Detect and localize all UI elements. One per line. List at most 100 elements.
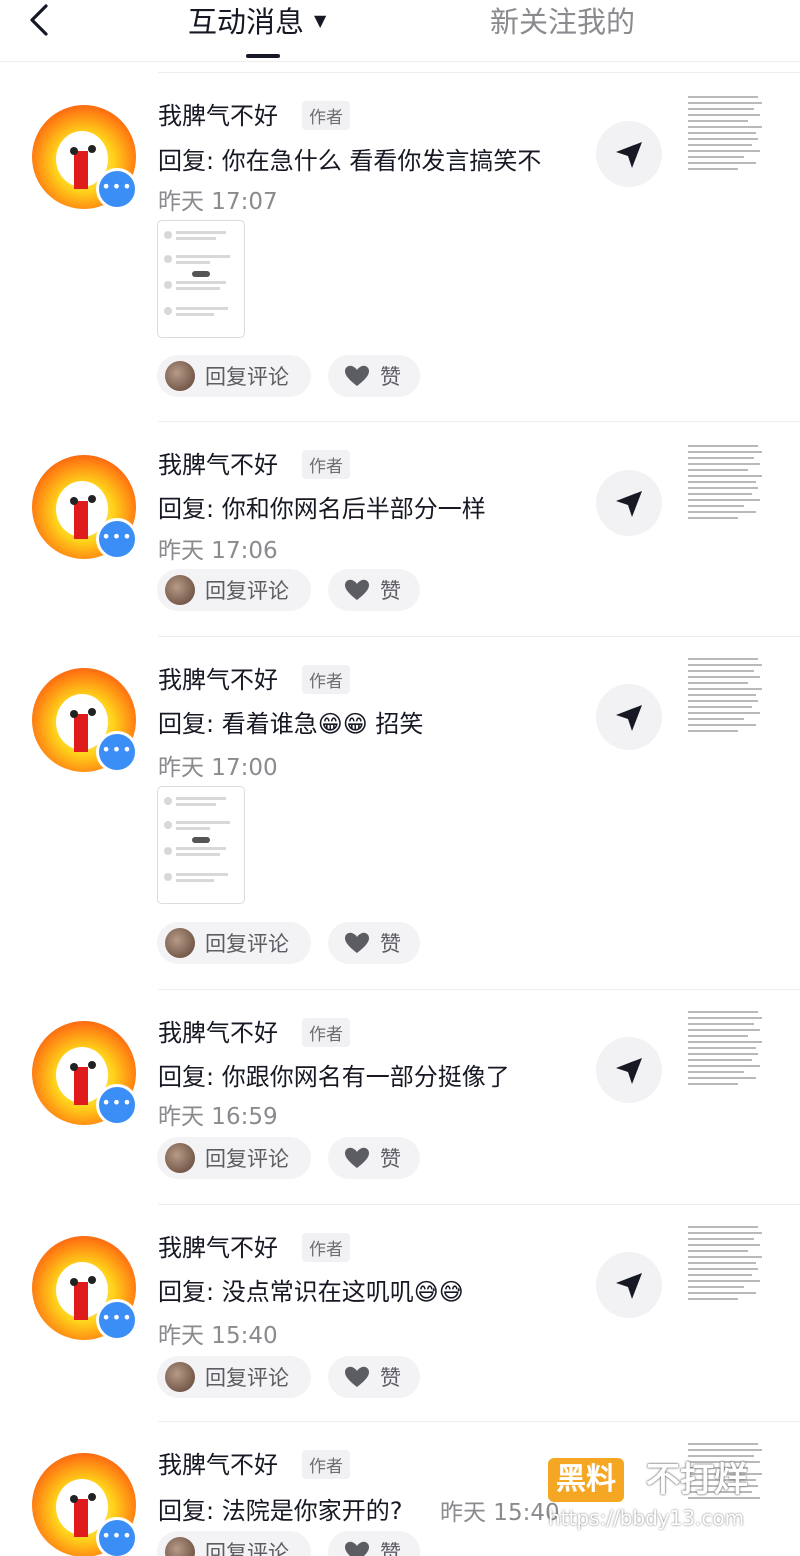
reply-comment-button[interactable]: 回复评论 [157,1531,311,1556]
comment-badge-icon: ••• [96,518,138,560]
like-label: 赞 [380,365,401,389]
reply-comment-button[interactable]: 回复评论 [157,922,311,964]
message-item: ••• 我脾气不好 作者 回复: 你在急什么 看看你发言搞笑不 昨天 17:07… [0,72,800,420]
reply-comment-button[interactable]: 回复评论 [157,569,311,611]
screenshot-thumbnail[interactable] [157,786,245,904]
reply-text[interactable]: 回复: 你和你网名后半部分一样 [158,489,486,524]
watermark-badge: 黑料 [548,1458,624,1502]
like-button[interactable]: 赞 [328,569,420,611]
heart-icon [345,932,369,953]
author-tag: 作者 [302,1018,350,1047]
timestamp: 昨天 17:00 [158,755,278,781]
like-label: 赞 [380,1366,401,1390]
username[interactable]: 我脾气不好 [158,1013,278,1048]
comment-badge-icon: ••• [96,1084,138,1126]
header-divider [0,61,800,62]
my-avatar [165,1362,195,1392]
like-button[interactable]: 赞 [328,1137,420,1179]
active-tab-indicator [246,54,280,58]
send-button[interactable] [596,470,662,536]
like-label: 赞 [380,1541,401,1556]
video-preview[interactable] [688,443,764,535]
send-button[interactable] [596,121,662,187]
like-button[interactable]: 赞 [328,355,420,397]
reply-text[interactable]: 回复: 你在急什么 看看你发言搞笑不 [158,141,541,176]
reply-comment-label: 回复评论 [205,1366,289,1390]
like-button[interactable]: 赞 [328,1531,420,1556]
video-preview[interactable] [688,94,764,186]
like-button[interactable]: 赞 [328,922,420,964]
video-preview[interactable] [688,1224,764,1316]
heart-icon [345,1366,369,1387]
send-button[interactable] [596,684,662,750]
reply-comment-button[interactable]: 回复评论 [157,1137,311,1179]
like-label: 赞 [380,579,401,603]
heart-icon [345,1147,369,1168]
send-arrow-icon [616,491,642,517]
heart-icon [345,1541,369,1556]
reply-comment-button[interactable]: 回复评论 [157,1356,311,1398]
message-item: ••• 我脾气不好 作者 回复: 你跟你网名有一部分挺像了 昨天 16:59 回… [0,989,800,1203]
reply-comment-button[interactable]: 回复评论 [157,355,311,397]
author-tag: 作者 [302,1450,350,1479]
username[interactable]: 我脾气不好 [158,96,278,131]
send-button[interactable] [596,1037,662,1103]
author-tag: 作者 [302,101,350,130]
back-chevron-icon[interactable] [22,2,58,38]
tab-new-followers-label: 新关注我的 [490,5,636,39]
like-label: 赞 [380,1147,401,1171]
top-bar: 互动消息 ▼ 新关注我的 [0,0,800,60]
watermark-text: 不打烊 [646,1460,748,1500]
send-arrow-icon [616,705,642,731]
username[interactable]: 我脾气不好 [158,1445,278,1480]
message-item: ••• 我脾气不好 作者 回复: 没点常识在这叽叽😅😅 昨天 15:40 回复评… [0,1204,800,1420]
timestamp: 昨天 17:07 [158,189,278,215]
comment-badge-icon: ••• [96,731,138,773]
my-avatar [165,1143,195,1173]
reply-text[interactable]: 回复: 看着谁急😁😁 招笑 [158,704,423,739]
video-preview[interactable] [688,656,764,748]
author-tag: 作者 [302,450,350,479]
thumbnail-image [164,231,230,316]
username[interactable]: 我脾气不好 [158,660,278,695]
reply-text[interactable]: 回复: 法院是你家开的? [158,1491,402,1526]
like-label: 赞 [380,932,401,956]
message-item: ••• 我脾气不好 作者 回复: 你和你网名后半部分一样 昨天 17:06 回复… [0,421,800,635]
send-button[interactable] [596,1252,662,1318]
like-button[interactable]: 赞 [328,1356,420,1398]
item-divider [158,1204,800,1205]
reply-text[interactable]: 回复: 你跟你网名有一部分挺像了 [158,1057,510,1092]
item-divider [158,1421,800,1422]
send-arrow-icon [616,142,642,168]
reply-comment-label: 回复评论 [205,579,289,603]
video-preview[interactable] [688,1009,764,1101]
author-tag: 作者 [302,1233,350,1262]
timestamp: 昨天 15:40 [440,1500,560,1526]
watermark: 黑料 不打烊 https://bbdy13.com [548,1458,788,1538]
reply-comment-label: 回复评论 [205,365,289,389]
send-arrow-icon [616,1273,642,1299]
screenshot-thumbnail[interactable] [157,220,245,338]
timestamp: 昨天 16:59 [158,1104,278,1130]
send-arrow-icon [616,1058,642,1084]
username[interactable]: 我脾气不好 [158,445,278,480]
comment-badge-icon: ••• [96,1299,138,1341]
reply-text[interactable]: 回复: 没点常识在这叽叽😅😅 [158,1272,464,1307]
tab-interactive-messages[interactable]: 互动消息 ▼ [188,0,326,40]
reply-comment-label: 回复评论 [205,932,289,956]
tab-new-followers[interactable]: 新关注我的 [490,0,635,40]
author-tag: 作者 [302,665,350,694]
tab-interactive-messages-label: 互动消息 [188,5,305,39]
comment-badge-icon: ••• [96,1517,138,1556]
heart-icon [345,579,369,600]
item-divider [158,636,800,637]
item-divider [158,72,800,73]
my-avatar [165,361,195,391]
username[interactable]: 我脾气不好 [158,1228,278,1263]
timestamp: 昨天 17:06 [158,538,278,564]
my-avatar [165,928,195,958]
comment-badge-icon: ••• [96,168,138,210]
timestamp: 昨天 15:40 [158,1323,278,1349]
heart-icon [345,365,369,386]
reply-comment-label: 回复评论 [205,1147,289,1171]
